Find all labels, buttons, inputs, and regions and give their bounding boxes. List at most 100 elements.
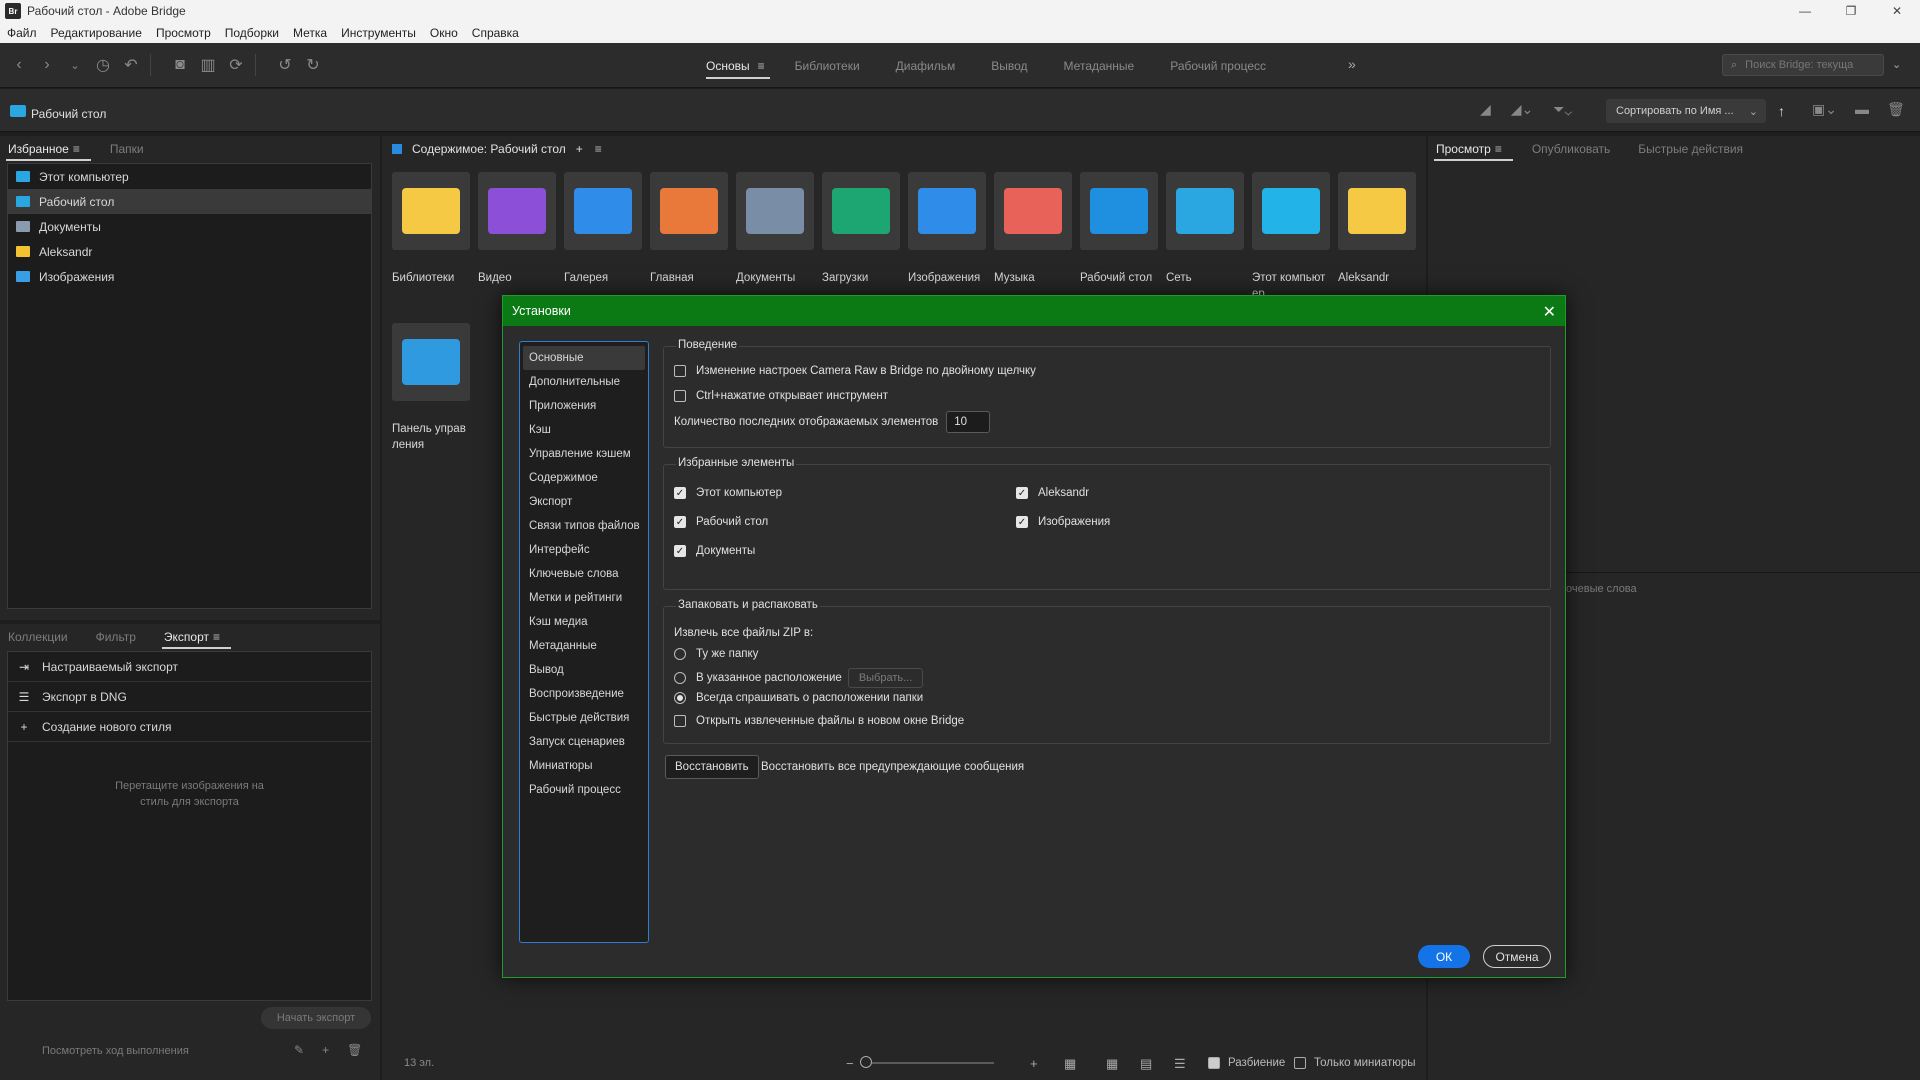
list-view-icon[interactable]: ☰ (1174, 1056, 1186, 1072)
edit-icon[interactable]: ✎ (294, 1043, 304, 1057)
favorite-desktop[interactable]: Рабочий стол (8, 189, 371, 214)
menu-window[interactable]: Окно (430, 26, 458, 40)
nav-startup-scripts[interactable]: Запуск сценариев (520, 730, 648, 754)
menu-stacks[interactable]: Подборки (225, 26, 279, 40)
thumb-gallery[interactable] (564, 172, 642, 250)
thumbs-only-checkbox[interactable] (1294, 1057, 1306, 1069)
tab-collections[interactable]: Коллекции (8, 630, 68, 644)
checkbox[interactable] (674, 365, 686, 377)
nav-cache-management[interactable]: Управление кэшем (520, 442, 648, 466)
sort-ascending-icon[interactable]: ↑ (1778, 103, 1785, 119)
thumb-downloads[interactable] (822, 172, 900, 250)
panel-menu-icon[interactable]: ≡ (1495, 142, 1502, 156)
menu-view[interactable]: Просмотр (156, 26, 211, 40)
thumb-video[interactable] (478, 172, 556, 250)
menu-file[interactable]: Файл (7, 26, 37, 40)
favorite-images[interactable]: Изображения (8, 264, 371, 289)
nav-quick-actions[interactable]: Быстрые действия (520, 706, 648, 730)
rating-filter-icon[interactable]: ◢⌄ (1511, 101, 1534, 118)
new-folder-icon[interactable]: ▬ (1855, 101, 1869, 118)
keywords-tab[interactable]: очевые слова (1566, 583, 1637, 595)
chevron-down-icon[interactable]: ⌄ (66, 59, 84, 72)
nav-media-cache[interactable]: Кэш медиа (520, 610, 648, 634)
recent-icon[interactable]: ◷ (94, 55, 112, 75)
split-checkbox[interactable] (1208, 1057, 1220, 1069)
tab-output[interactable]: Вывод (991, 59, 1027, 73)
thumb-pictures[interactable] (908, 172, 986, 250)
recent-items-input[interactable]: 10 (946, 411, 991, 433)
nav-thumbnails[interactable]: Миниатюры (520, 754, 648, 778)
add-icon[interactable]: + (322, 1043, 329, 1057)
nav-advanced[interactable]: Дополнительные (520, 370, 648, 394)
search-input[interactable]: ⌕ Поиск Bridge: текуща (1722, 54, 1884, 76)
fav-aleksandr-option[interactable]: ✓ Aleksandr (1016, 487, 1089, 499)
nav-interface[interactable]: Интерфейс (520, 538, 648, 562)
favorite-this-pc[interactable]: Этот компьютер (8, 164, 371, 189)
checkbox[interactable] (674, 715, 686, 727)
back-icon[interactable]: ‹ (10, 56, 28, 74)
view-progress-link[interactable]: Посмотреть ход выполнения (42, 1045, 189, 1057)
choose-location-button[interactable]: Выбрать... (847, 668, 924, 688)
nav-file-type-associations[interactable]: Связи типов файлов (520, 514, 648, 538)
reset-warnings-button[interactable]: Восстановить (665, 755, 759, 779)
nav-applications[interactable]: Приложения (520, 394, 648, 418)
camera-icon[interactable]: ◙ (171, 56, 189, 74)
export-custom[interactable]: ⇥ Настраиваемый экспорт (8, 652, 371, 682)
add-icon[interactable]: + (576, 142, 583, 156)
refine-icon[interactable]: ▥ (199, 55, 217, 75)
thumb-control-panel[interactable] (392, 323, 470, 401)
chevron-down-icon[interactable]: ⌄ (1892, 58, 1901, 71)
return-icon[interactable]: ↶ (122, 55, 140, 75)
menu-edit[interactable]: Редактирование (51, 26, 142, 40)
tab-folders[interactable]: Папки (110, 142, 144, 156)
breadcrumb[interactable]: Рабочий стол (31, 107, 106, 121)
export-dng[interactable]: ☰ Экспорт в DNG (8, 682, 371, 712)
tab-workflow[interactable]: Рабочий процесс (1170, 59, 1266, 73)
thumbnail-view-icon[interactable]: ▦ (1106, 1056, 1118, 1072)
panel-menu-icon[interactable]: ≡ (213, 630, 220, 644)
menu-tools[interactable]: Инструменты (341, 26, 416, 40)
thumbnail-size-slider[interactable] (864, 1062, 994, 1064)
nav-labels-ratings[interactable]: Метки и рейтинги (520, 586, 648, 610)
thumb-documents[interactable] (736, 172, 814, 250)
nav-metadata[interactable]: Метаданные (520, 634, 648, 658)
same-folder-option[interactable]: Ту же папку (674, 648, 758, 660)
tab-quick-actions[interactable]: Быстрые действия (1638, 142, 1743, 156)
radio[interactable] (674, 672, 686, 684)
tab-filter[interactable]: Фильтр (96, 630, 136, 644)
minimize-button[interactable]: — (1782, 0, 1828, 22)
checkbox-checked[interactable]: ✓ (674, 516, 686, 528)
ctrl-click-option[interactable]: Ctrl+нажатие открывает инструмент (674, 390, 888, 402)
nav-general[interactable]: Основные (523, 346, 645, 370)
nav-output[interactable]: Вывод (520, 658, 648, 682)
trash-icon[interactable]: 🗑 (347, 1043, 362, 1057)
thumb-aleksandr[interactable] (1338, 172, 1416, 250)
fav-documents-option[interactable]: ✓ Документы (674, 545, 755, 557)
specified-location-option[interactable]: В указанное расположение Выбрать... (674, 668, 924, 688)
forward-icon[interactable]: › (38, 56, 56, 74)
nav-export[interactable]: Экспорт (520, 490, 648, 514)
ok-button[interactable]: ОК (1418, 945, 1470, 968)
nav-keywords[interactable]: Ключевые слова (520, 562, 648, 586)
tab-metadata[interactable]: Метаданные (1064, 59, 1135, 73)
more-workspaces-icon[interactable]: » (1348, 56, 1356, 72)
rotate-left-icon[interactable]: ↺ (276, 55, 294, 75)
rotate-right-icon[interactable]: ↻ (304, 55, 322, 75)
zoom-in-icon[interactable]: + (1030, 1056, 1038, 1071)
thumb-network[interactable] (1166, 172, 1244, 250)
thumb-this-pc[interactable] (1252, 172, 1330, 250)
always-ask-option[interactable]: Всегда спрашивать о расположении папки (674, 692, 923, 704)
sync-icon[interactable]: ⟳ (227, 55, 245, 75)
grid-lock-icon[interactable]: ▦ (1064, 1056, 1076, 1072)
menu-label[interactable]: Метка (293, 26, 327, 40)
start-export-button[interactable]: Начать экспорт (261, 1007, 371, 1029)
open-recent-icon[interactable]: ▣⌄ (1812, 101, 1837, 118)
tab-essentials[interactable]: Основы (706, 59, 770, 79)
thumb-music[interactable] (994, 172, 1072, 250)
nav-cache[interactable]: Кэш (520, 418, 648, 442)
fav-desktop-option[interactable]: ✓ Рабочий стол (674, 516, 768, 528)
checkbox[interactable] (674, 390, 686, 402)
checkbox-checked[interactable]: ✓ (674, 545, 686, 557)
open-new-window-option[interactable]: Открыть извлеченные файлы в новом окне B… (674, 715, 964, 727)
tab-publish[interactable]: Опубликовать (1532, 142, 1610, 156)
